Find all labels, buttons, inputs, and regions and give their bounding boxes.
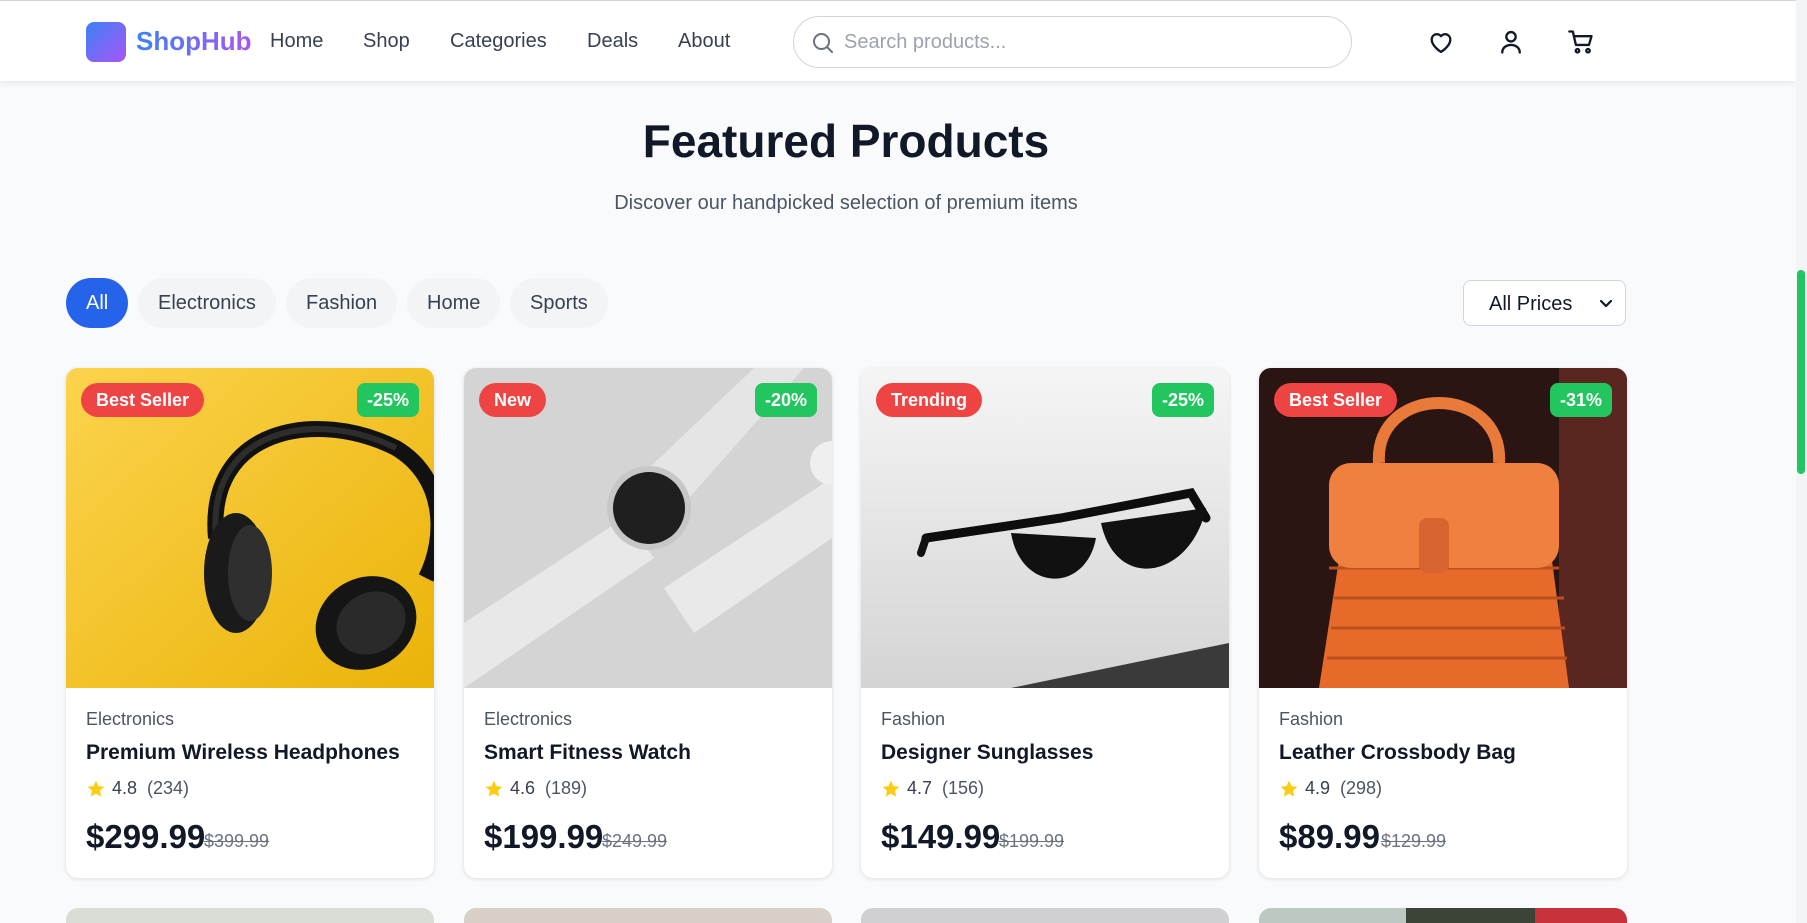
discount-badge: -25% <box>1151 383 1214 417</box>
product-card-peek[interactable] <box>464 908 832 923</box>
nav-shop[interactable]: Shop <box>363 30 410 53</box>
product-image-watch[interactable]: New -20% <box>464 368 832 688</box>
chevron-down-icon <box>1599 299 1613 308</box>
product-card-peek[interactable] <box>1259 908 1627 923</box>
product-category: Electronics <box>484 709 573 729</box>
product-card[interactable]: Best Seller -31% Fashion Leather Crossbo… <box>1259 368 1627 878</box>
rating-value: 4.8 <box>112 778 138 798</box>
product-card-peek[interactable] <box>861 908 1229 923</box>
cart-icon <box>1568 30 1593 54</box>
account-button[interactable] <box>1494 25 1528 59</box>
nav-categories[interactable]: Categories <box>450 30 547 53</box>
search-icon <box>813 33 833 53</box>
product-image-bag[interactable]: Best Seller -31% <box>1259 368 1627 688</box>
review-count: (234) <box>147 778 190 798</box>
product-category: Fashion <box>881 709 946 729</box>
review-count: (298) <box>1340 778 1383 798</box>
product-card-peek[interactable] <box>66 908 434 923</box>
product-badge: Best Seller <box>1274 383 1398 417</box>
product-badge: Best Seller <box>81 383 205 417</box>
product-card[interactable]: New -20% Electronics Smart Fitness Watch… <box>464 368 832 878</box>
star-icon <box>882 780 900 797</box>
nav-about[interactable]: About <box>678 30 730 53</box>
rating-value: 4.7 <box>907 778 933 798</box>
review-count: (189) <box>545 778 588 798</box>
filter-chip-electronics[interactable]: Electronics <box>138 278 276 328</box>
star-icon <box>485 780 503 797</box>
product-badge: New <box>479 383 547 417</box>
brand-name[interactable]: ShopHub <box>136 26 252 57</box>
nav-deals[interactable]: Deals <box>587 30 638 53</box>
search-input[interactable] <box>844 27 1324 57</box>
discount-badge: -25% <box>356 383 419 417</box>
original-price: $129.99 <box>1381 831 1447 851</box>
filter-chip-all[interactable]: All <box>66 278 129 328</box>
product-rating: 4.8 (234) <box>86 778 189 799</box>
product-category: Electronics <box>86 709 175 729</box>
product-rating: 4.7 (156) <box>881 778 984 799</box>
product-card[interactable]: Best Seller -25% Electronics Premium Wir… <box>66 368 434 878</box>
product-name[interactable]: Smart Fitness Watch <box>484 741 691 765</box>
top-navigation-bar: ShopHub Home Shop Categories Deals About <box>0 0 1796 81</box>
filter-chip-fashion[interactable]: Fashion <box>286 278 398 328</box>
filter-chip-sports[interactable]: Sports <box>510 278 608 328</box>
page-title: Featured Products <box>642 115 1050 167</box>
discount-badge: -31% <box>1549 383 1612 417</box>
product-name[interactable]: Premium Wireless Headphones <box>86 741 400 765</box>
rating-value: 4.6 <box>510 778 536 798</box>
discount-badge: -20% <box>754 383 817 417</box>
product-price: $89.99 <box>1279 818 1380 855</box>
product-category: Fashion <box>1279 709 1344 729</box>
product-price: $199.99 <box>484 818 604 855</box>
user-icon <box>1501 30 1521 54</box>
wishlist-button[interactable] <box>1424 25 1458 59</box>
product-card[interactable]: Trending -25% Fashion Designer Sunglasse… <box>861 368 1229 878</box>
nav-home[interactable]: Home <box>270 30 323 53</box>
product-name[interactable]: Designer Sunglasses <box>881 741 1093 765</box>
shophub-logo-icon[interactable] <box>86 22 126 62</box>
search-bar[interactable] <box>793 16 1352 68</box>
review-count: (156) <box>942 778 985 798</box>
star-icon <box>1280 780 1298 797</box>
heart-icon <box>1430 33 1452 54</box>
original-price: $199.99 <box>999 831 1065 851</box>
product-image-headphones[interactable]: Best Seller -25% <box>66 368 434 688</box>
product-image-sunglasses[interactable]: Trending -25% <box>861 368 1229 688</box>
product-price: $299.99 <box>86 818 206 855</box>
price-filter-select[interactable]: All Prices <box>1463 280 1626 326</box>
cart-button[interactable] <box>1564 25 1598 59</box>
scrollbar-thumb[interactable] <box>1797 270 1805 474</box>
page-subtitle: Discover our handpicked selection of pre… <box>614 192 1078 214</box>
product-name[interactable]: Leather Crossbody Bag <box>1279 741 1516 765</box>
price-filter-value: All Prices <box>1489 293 1573 315</box>
product-rating: 4.6 (189) <box>484 778 587 799</box>
star-icon <box>87 780 105 797</box>
original-price: $249.99 <box>602 831 668 851</box>
product-rating: 4.9 (298) <box>1279 778 1382 799</box>
filter-chip-home[interactable]: Home <box>407 278 501 328</box>
original-price: $399.99 <box>204 831 270 851</box>
product-price: $149.99 <box>881 818 1001 855</box>
rating-value: 4.9 <box>1305 778 1331 798</box>
product-badge: Trending <box>876 383 982 417</box>
